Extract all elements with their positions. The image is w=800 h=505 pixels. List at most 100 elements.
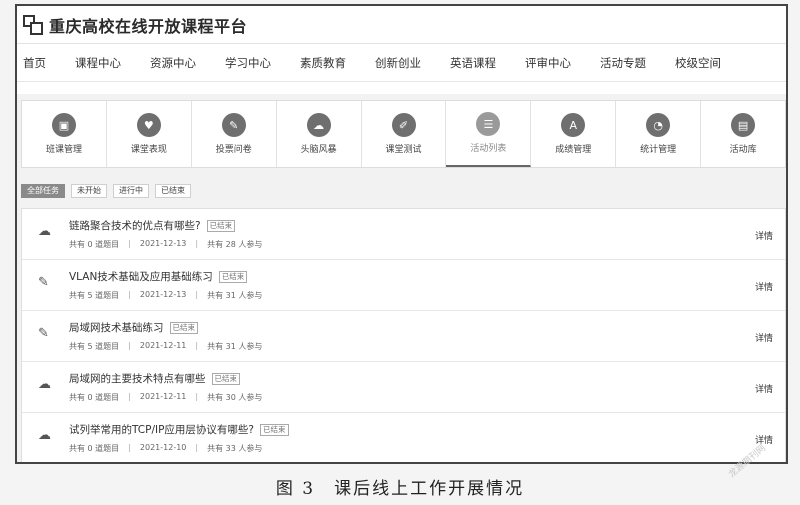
activity-title[interactable]: 试列举常用的TCP/IP应用层协议有哪些? 已结束 <box>69 422 289 437</box>
question-count: 共有 0 道题目 <box>69 444 120 453</box>
separator: | <box>128 443 131 452</box>
activity-title-text: 局域网的主要技术特点有哪些 <box>69 373 206 385</box>
nav-item-courses[interactable]: 课程中心 <box>75 55 121 71</box>
list-icon: ☰ <box>476 112 501 136</box>
detail-link[interactable]: 详情 <box>755 331 773 344</box>
activity-title-text: VLAN技术基础及应用基础练习 <box>69 271 213 283</box>
nav-item-resources[interactable]: 资源中心 <box>150 55 196 71</box>
tool-label: 成绩管理 <box>555 145 592 155</box>
tool-label: 头脑风暴 <box>300 145 337 155</box>
tool-shield[interactable]: ♥ 课堂表现 <box>107 101 192 167</box>
brain-icon: ☁ <box>38 377 51 392</box>
status-badge: 已结束 <box>211 372 240 385</box>
figure-caption: 图 3 课后线上工作开展情况 <box>275 479 525 499</box>
box-icon: ▤ <box>731 113 756 137</box>
question-count: 共有 0 道题目 <box>69 240 120 249</box>
calendar-icon: ▣ <box>51 113 76 137</box>
tool-pie[interactable]: ◔ 统计管理 <box>616 101 702 167</box>
activity-row: ☁ 局域网的主要技术特点有哪些 已结束 共有 0 道题目 | 2021-12-11 | 共有 … <box>22 362 785 413</box>
filter-bar: 全部任务 未开始 进行中 已结束 <box>21 184 197 198</box>
tool-label: 活动库 <box>729 145 757 155</box>
top-bar: 重庆高校在线开放课程平台 <box>17 6 786 44</box>
filter-button[interactable]: 全部任务 <box>21 184 65 198</box>
nav-item-home[interactable]: 首页 <box>23 55 46 71</box>
status-badge: 已结束 <box>206 219 236 232</box>
screenshot-frame: 重庆高校在线开放课程平台 首页 课程中心 资源中心 学习中心 素质教育 创新创业… <box>15 4 788 464</box>
filter-button[interactable]: 已结束 <box>155 184 191 198</box>
detail-link[interactable]: 详情 <box>755 382 773 395</box>
vote-icon: ✎ <box>221 113 246 137</box>
filter-button[interactable]: 进行中 <box>113 184 149 198</box>
participant-count: 共有 28 人参与 <box>207 240 263 249</box>
nav-item-review[interactable]: 评审中心 <box>525 55 571 71</box>
activity-date: 2021-12-13 <box>139 290 187 299</box>
platform-title: 重庆高校在线开放课程平台 <box>49 16 248 36</box>
participant-count: 共有 31 人参与 <box>207 342 263 351</box>
tool-label: 投票问卷 <box>215 145 252 155</box>
status-badge: 已结束 <box>218 270 248 283</box>
tool-label: 课堂测试 <box>385 145 422 155</box>
tool-brain[interactable]: ☁ 头脑风暴 <box>277 101 362 167</box>
activity-row: ☁ 试列举常用的TCP/IP应用层协议有哪些? 已结束共有 0 道题目 | 2021-1… <box>22 413 785 462</box>
activity-meta: 共有 0 道题目 | 2021-12-13 | 共有 28 人参与 <box>69 239 262 250</box>
tool-score[interactable]: A 成绩管理 <box>531 101 617 167</box>
activity-title[interactable]: VLAN技术基础及应用基础练习 已结束 <box>69 269 248 284</box>
shield-icon: ♥ <box>136 113 161 137</box>
separator: | <box>195 341 199 350</box>
activity-meta: 共有 0 道题目 | 2021-12-10 | 共有 33 人参与 <box>69 443 262 454</box>
separator: | <box>195 392 199 401</box>
activity-meta: 共有 0 道题目 | 2021-12-11 | 共有 30 人参与 <box>69 392 262 403</box>
detail-link[interactable]: 详情 <box>755 229 773 242</box>
activity-title[interactable]: 局域网技术基础练习 已结束 <box>69 320 198 335</box>
filter-button[interactable]: 未开始 <box>71 184 107 198</box>
activity-row: ✎ VLAN技术基础及应用基础练习 已结束 共有 5 道题目 | 2021-12-13 | 共… <box>22 260 785 311</box>
participant-count: 共有 33 人参与 <box>207 444 263 453</box>
activity-title-text: 链路聚合技术的优点有哪些? <box>69 220 201 232</box>
status-badge: 已结束 <box>260 423 289 436</box>
activity-title-text: 局域网技术基础练习 <box>69 322 164 334</box>
status-badge: 已结束 <box>169 321 198 334</box>
activity-title[interactable]: 局域网的主要技术特点有哪些 已结束 <box>69 371 240 386</box>
activity-title-text: 试列举常用的TCP/IP应用层协议有哪些? <box>69 424 255 436</box>
logo-icon <box>23 14 43 35</box>
nav-item-campus-space[interactable]: 校级空间 <box>675 55 721 71</box>
activity-title[interactable]: 链路聚合技术的优点有哪些? 已结束 <box>69 218 236 233</box>
activity-row: ✎ 局域网技术基础练习 已结束 共有 5 道题目 | 2021-12-11 | 共有 31 人… <box>22 311 785 362</box>
tool-label: 活动列表 <box>470 144 507 154</box>
question-count: 共有 5 道题目 <box>69 291 120 300</box>
brain-icon: ☁ <box>38 428 51 443</box>
detail-link[interactable]: 详情 <box>755 280 773 293</box>
tool-label: 统计管理 <box>640 145 677 155</box>
separator: | <box>128 239 131 248</box>
tool-vote[interactable]: ✎ 投票问卷 <box>192 101 277 167</box>
activity-date: 2021-12-11 <box>139 392 187 401</box>
nav-item-innovation[interactable]: 创新创业 <box>375 55 421 71</box>
participant-count: 共有 30 人参与 <box>207 393 263 402</box>
activity-date: 2021-12-13 <box>139 239 187 248</box>
activity-meta: 共有 5 道题目 | 2021-12-11 | 共有 31 人参与 <box>69 341 262 352</box>
nav-item-english[interactable]: 英语课程 <box>450 55 496 71</box>
nav-item-quality-education[interactable]: 素质教育 <box>300 55 346 71</box>
tool-list[interactable]: ☰ 活动列表 <box>446 101 532 167</box>
separator: | <box>195 239 199 248</box>
separator: | <box>128 290 131 299</box>
tool-edit[interactable]: ✐ 课堂测试 <box>362 101 447 167</box>
nav-item-learning[interactable]: 学习中心 <box>225 55 271 71</box>
separator: | <box>195 290 199 299</box>
activity-date: 2021-12-10 <box>139 443 187 452</box>
tool-label: 课堂表现 <box>130 145 167 155</box>
pie-icon: ◔ <box>646 113 671 137</box>
participant-count: 共有 31 人参与 <box>207 291 263 300</box>
question-count: 共有 0 道题目 <box>69 393 120 402</box>
nav-item-topics[interactable]: 活动专题 <box>600 55 646 71</box>
separator: | <box>128 392 131 401</box>
question-count: 共有 5 道题目 <box>69 342 120 351</box>
edit-icon: ✐ <box>391 113 416 137</box>
activity-meta: 共有 5 道题目 | 2021-12-13 | 共有 31 人参与 <box>69 290 262 301</box>
separator: | <box>195 443 199 452</box>
activity-date: 2021-12-11 <box>139 341 187 350</box>
tool-calendar[interactable]: ▣ 班课管理 <box>22 101 107 167</box>
tool-bar: ▣ 班课管理 ♥ 课堂表现 ✎ 投票问卷 ☁ 头脑风暴 ✐ 课堂测试 ☰ 活动列表 A 成绩管理 ◔ 统计管理… <box>21 100 786 168</box>
brain-icon: ☁ <box>306 113 331 137</box>
tool-box[interactable]: ▤ 活动库 <box>701 101 785 167</box>
